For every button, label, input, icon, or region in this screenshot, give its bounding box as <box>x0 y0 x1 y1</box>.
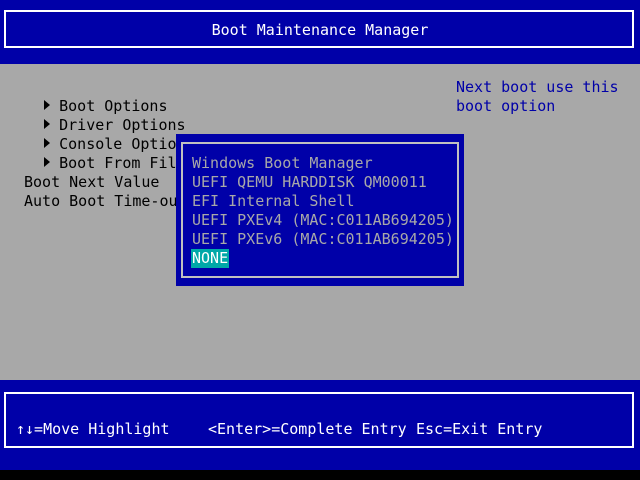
hint-exit-entry: Esc=Exit Entry <box>416 420 543 438</box>
bios-screen: Boot Maintenance Manager Boot Options Dr… <box>0 0 640 480</box>
popup-option-uefi-pxev6[interactable]: UEFI PXEv6 (MAC:C011AB694205) <box>192 230 454 249</box>
menu-item-driver-options[interactable]: Driver Options <box>8 97 186 134</box>
right-triangle-icon <box>44 157 51 167</box>
popup-option-windows-boot-manager[interactable]: Windows Boot Manager <box>192 154 373 173</box>
menu-item-label: Boot From File <box>59 154 186 172</box>
bottom-strip <box>0 470 640 480</box>
field-boot-next-value[interactable]: Boot Next Value <box>24 173 159 192</box>
popup-option-uefi-qemu-harddisk[interactable]: UEFI QEMU HARDDISK QM00011 <box>192 173 427 192</box>
help-text-line: boot option <box>456 97 556 115</box>
popup-option-uefi-pxev4[interactable]: UEFI PXEv4 (MAC:C011AB694205) <box>192 211 454 230</box>
page-title: Boot Maintenance Manager <box>211 21 429 39</box>
menu-item-boot-from-file[interactable]: Boot From File <box>8 135 186 172</box>
popup-option-none[interactable]: NONE <box>191 249 230 268</box>
menu-item-console-options[interactable]: Console Options <box>8 116 195 153</box>
field-auto-boot-timeout[interactable]: Auto Boot Time-out <box>24 192 187 211</box>
hint-move-highlight: ↑↓=Move Highlight <box>16 420 170 438</box>
help-text-line: Next boot use this <box>456 78 619 96</box>
menu-item-boot-options[interactable]: Boot Options <box>8 78 168 115</box>
hint-complete-entry: <Enter>=Complete Entry <box>208 420 407 438</box>
popup-option-efi-internal-shell[interactable]: EFI Internal Shell <box>192 192 355 211</box>
